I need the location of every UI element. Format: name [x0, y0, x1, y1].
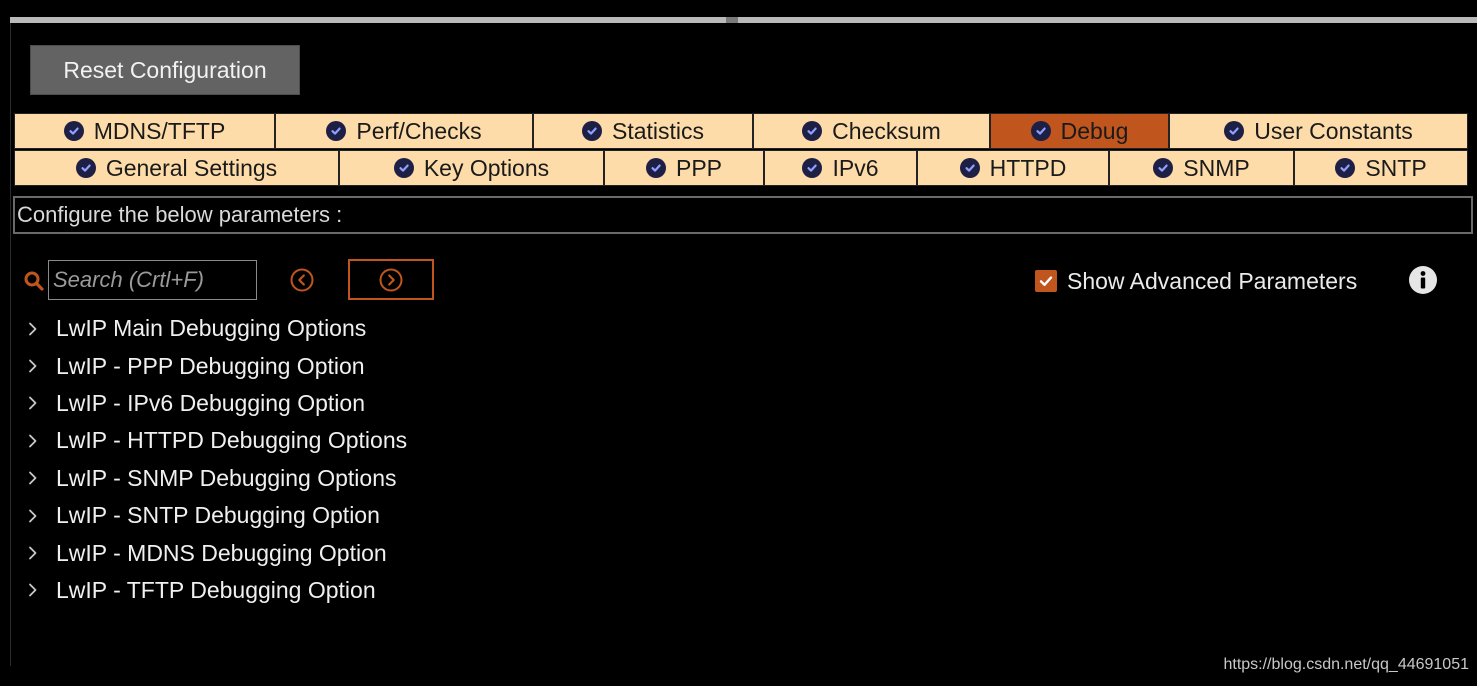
tab-httpd[interactable]: HTTPD: [917, 150, 1109, 186]
circle-chevron-right-icon: [379, 268, 403, 291]
window-top-bar-marker: [726, 17, 738, 23]
parameter-tree: LwIP Main Debugging Options LwIP - PPP D…: [24, 310, 407, 609]
chevron-right-icon[interactable]: [24, 581, 42, 599]
check-circle-icon: [75, 158, 96, 178]
tab-label: SNTP: [1365, 154, 1427, 181]
tab-label: SNMP: [1183, 154, 1250, 181]
tab-statistics[interactable]: Statistics: [533, 113, 753, 149]
tree-item-main-debugging[interactable]: LwIP Main Debugging Options: [24, 310, 407, 347]
tree-item-mdns-debugging[interactable]: LwIP - MDNS Debugging Option: [24, 534, 407, 571]
window-top-bar: [10, 17, 1477, 23]
tab-checksum[interactable]: Checksum: [753, 113, 990, 149]
chevron-right-icon[interactable]: [24, 432, 42, 450]
tree-item-ppp-debugging[interactable]: LwIP - PPP Debugging Option: [24, 347, 407, 384]
chevron-right-icon[interactable]: [24, 507, 42, 525]
panel-left-border: [10, 23, 11, 666]
tab-row-2: General Settings Key Options PPP IPv6 HT…: [14, 150, 1468, 186]
tree-item-ipv6-debugging[interactable]: LwIP - IPv6 Debugging Option: [24, 385, 407, 422]
show-advanced-checkbox[interactable]: [1035, 270, 1057, 292]
configure-text: Configure the below parameters :: [17, 202, 343, 227]
check-circle-icon: [1153, 158, 1174, 178]
tab-perf-checks[interactable]: Perf/Checks: [275, 113, 533, 149]
tab-debug[interactable]: Debug: [990, 113, 1169, 149]
show-advanced-parameters[interactable]: Show Advanced Parameters: [1035, 266, 1357, 296]
tab-ppp[interactable]: PPP: [604, 150, 764, 186]
tab-label: MDNS/TFTP: [93, 117, 226, 144]
chevron-right-icon[interactable]: [24, 320, 42, 338]
checkmark-icon: [1039, 276, 1053, 286]
tree-item-label: LwIP - SNTP Debugging Option: [56, 502, 380, 529]
tree-item-label: LwIP - IPv6 Debugging Option: [56, 389, 365, 416]
tree-item-label: LwIP - PPP Debugging Option: [56, 352, 365, 379]
tab-sntp[interactable]: SNTP: [1294, 150, 1468, 186]
check-circle-icon: [959, 158, 980, 178]
check-circle-icon: [1224, 121, 1245, 141]
tree-item-httpd-debugging[interactable]: LwIP - HTTPD Debugging Options: [24, 422, 407, 459]
check-circle-icon: [802, 121, 823, 141]
check-circle-icon: [63, 121, 84, 141]
search-previous-button[interactable]: [288, 266, 316, 294]
chevron-right-icon[interactable]: [24, 357, 42, 375]
tab-general-settings[interactable]: General Settings: [14, 150, 339, 186]
check-circle-icon: [802, 158, 823, 178]
check-circle-icon: [393, 158, 414, 178]
check-circle-icon: [581, 121, 602, 141]
search-icon[interactable]: [23, 270, 45, 292]
tab-snmp[interactable]: SNMP: [1109, 150, 1294, 186]
check-circle-icon: [1335, 158, 1356, 178]
tree-item-label: LwIP - TFTP Debugging Option: [56, 576, 376, 603]
tree-item-label: LwIP Main Debugging Options: [56, 315, 367, 342]
show-advanced-label: Show Advanced Parameters: [1067, 267, 1358, 294]
chevron-right-icon[interactable]: [24, 394, 42, 412]
check-circle-icon: [326, 121, 347, 141]
tab-ipv6[interactable]: IPv6: [764, 150, 917, 186]
tree-item-tftp-debugging[interactable]: LwIP - TFTP Debugging Option: [24, 572, 407, 609]
tab-key-options[interactable]: Key Options: [339, 150, 604, 186]
watermark-url: https://blog.csdn.net/qq_44691051: [1223, 656, 1469, 673]
info-icon[interactable]: [1408, 265, 1438, 295]
tab-label: Key Options: [423, 154, 550, 181]
tree-item-label: LwIP - MDNS Debugging Option: [56, 539, 387, 566]
circle-chevron-left-icon: [290, 268, 314, 292]
tab-label: HTTPD: [989, 154, 1067, 181]
tree-item-label: LwIP - SNMP Debugging Options: [56, 464, 397, 491]
tree-item-sntp-debugging[interactable]: LwIP - SNTP Debugging Option: [24, 497, 407, 534]
tree-item-snmp-debugging[interactable]: LwIP - SNMP Debugging Options: [24, 460, 407, 497]
tab-label: User Constants: [1254, 117, 1413, 144]
chevron-right-icon[interactable]: [24, 544, 42, 562]
tab-label: Perf/Checks: [356, 117, 482, 144]
tab-label: PPP: [675, 154, 723, 181]
chevron-right-icon[interactable]: [24, 469, 42, 487]
search-next-button[interactable]: [348, 259, 434, 300]
search-input[interactable]: [48, 260, 257, 300]
check-circle-icon: [645, 158, 666, 178]
tab-user-constants[interactable]: User Constants: [1169, 113, 1468, 149]
check-circle-icon: [1030, 121, 1051, 141]
tree-item-label: LwIP - HTTPD Debugging Options: [56, 427, 408, 454]
tab-label: Debug: [1060, 117, 1129, 144]
tab-mdns-tftp[interactable]: MDNS/TFTP: [14, 113, 275, 149]
tab-label: IPv6: [832, 154, 879, 181]
tab-label: General Settings: [105, 154, 278, 181]
tab-label: Checksum: [832, 117, 941, 144]
reset-configuration-button[interactable]: Reset Configuration: [30, 45, 300, 95]
tab-label: Statistics: [611, 117, 705, 144]
tab-row-1: MDNS/TFTP Perf/Checks Statistics Checksu…: [14, 113, 1468, 149]
configure-parameters-header: Configure the below parameters :: [13, 196, 1473, 234]
